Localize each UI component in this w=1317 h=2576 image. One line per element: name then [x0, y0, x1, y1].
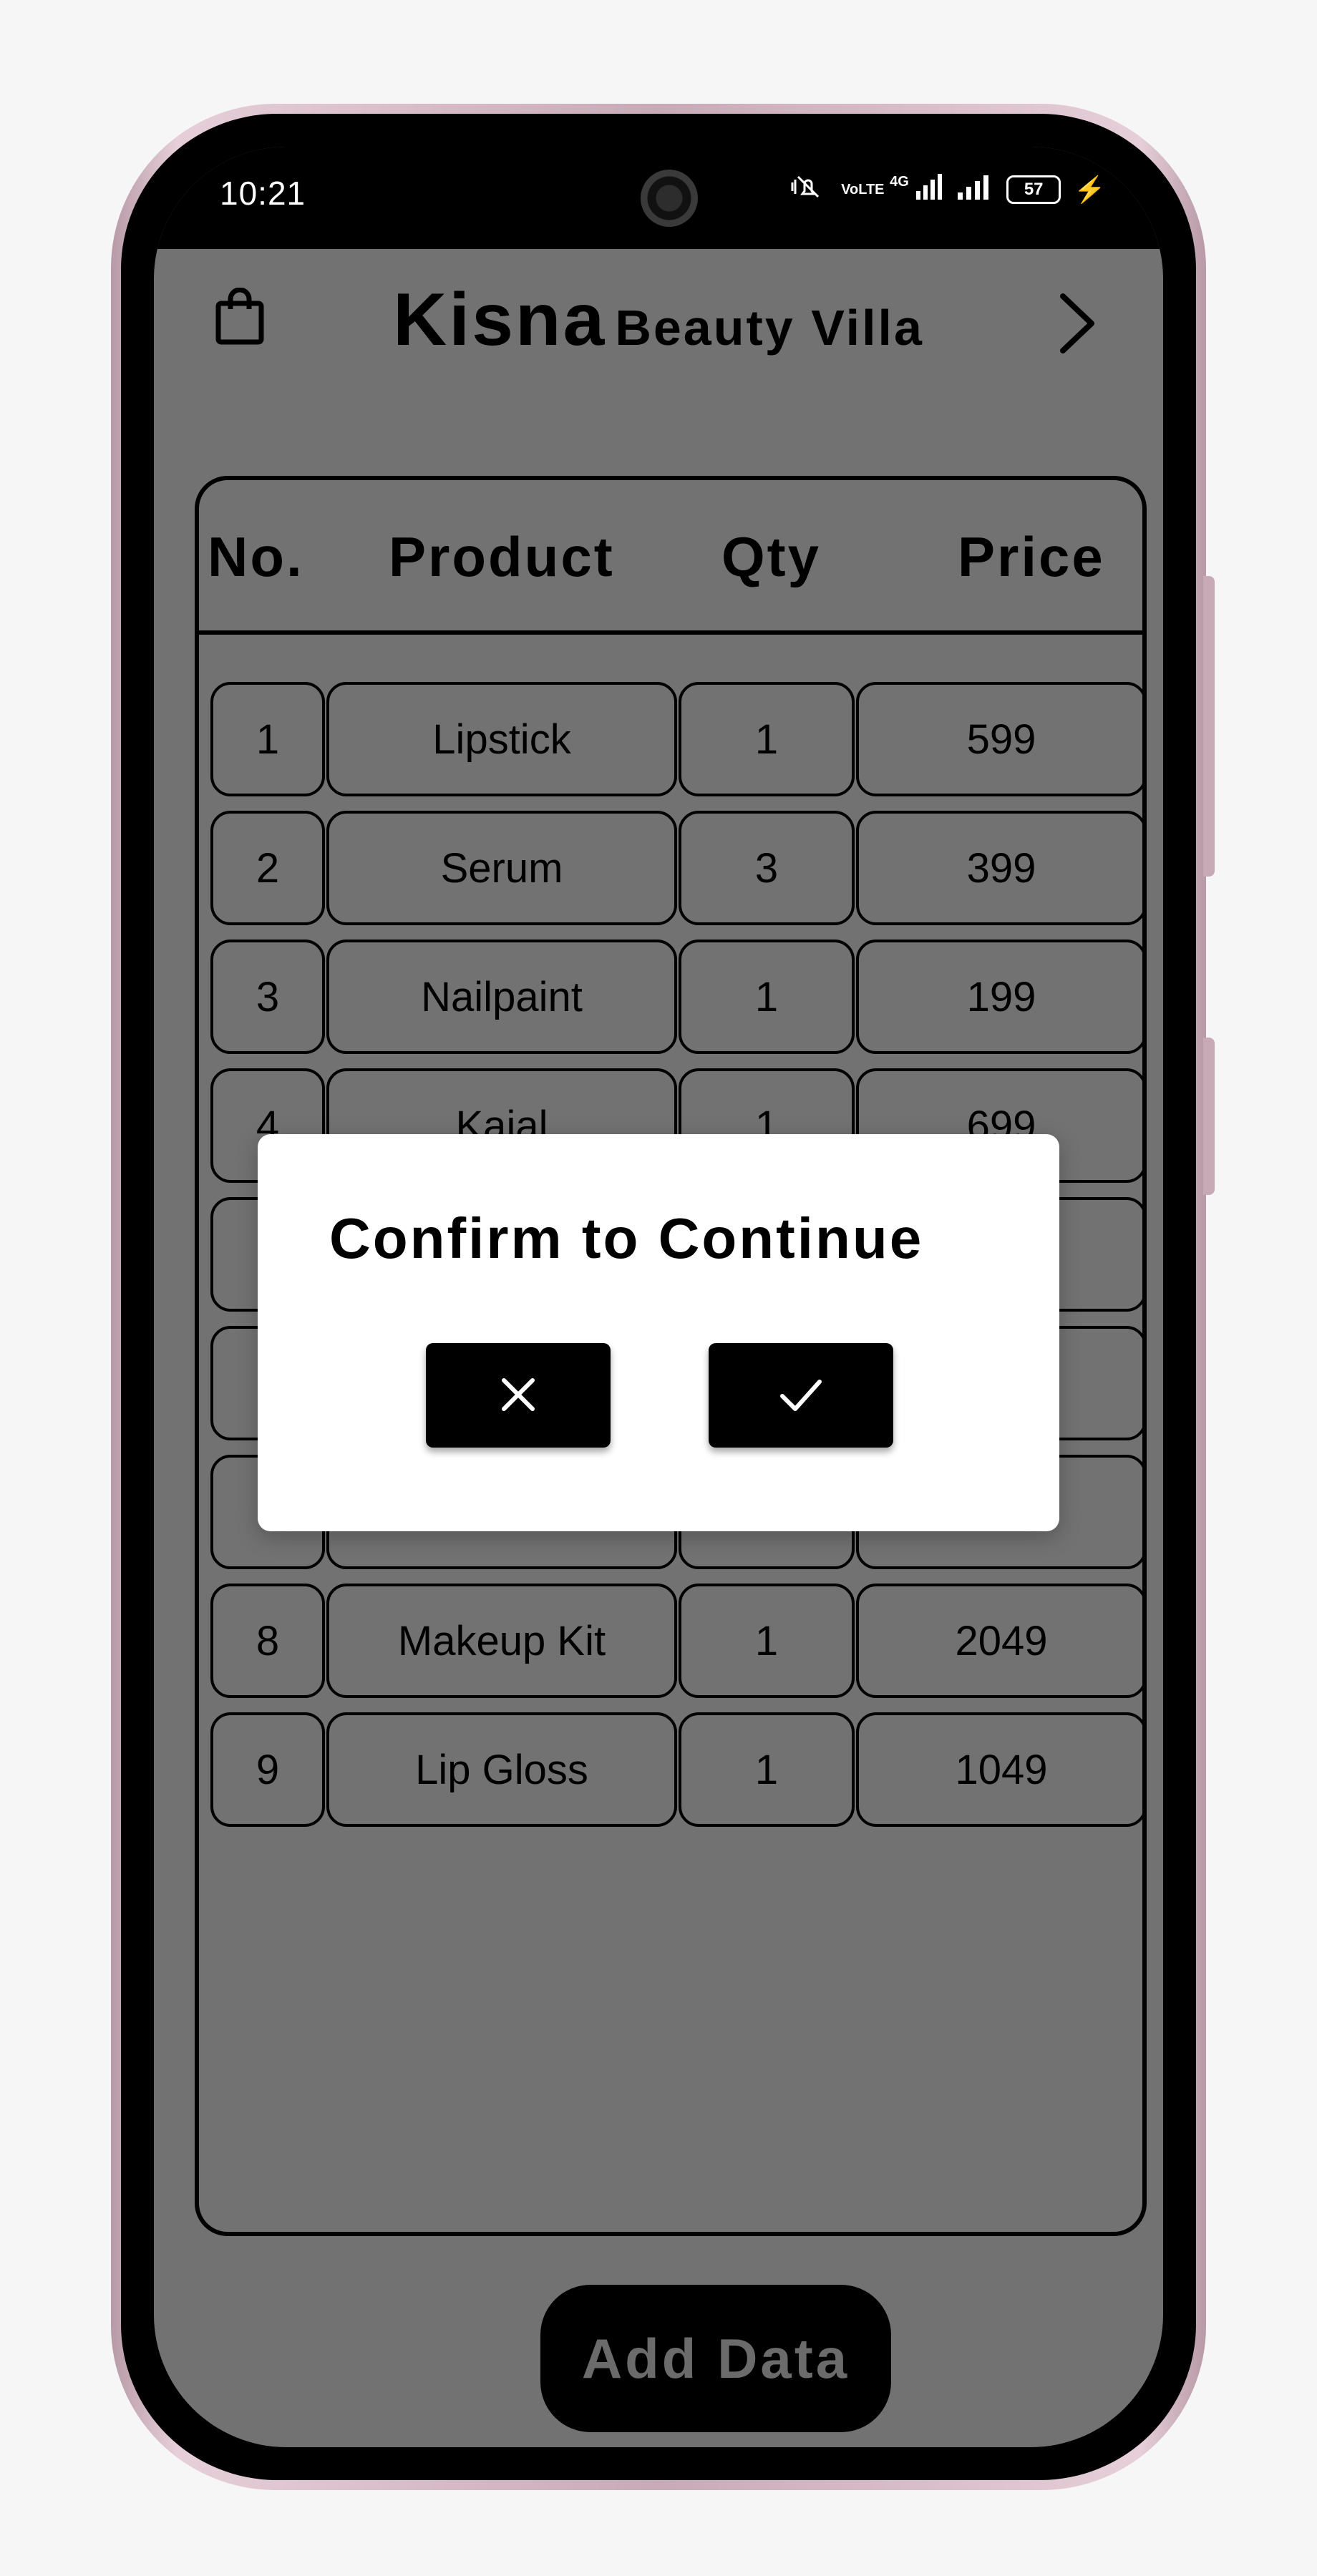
charging-icon: ⚡ — [1074, 175, 1106, 204]
table-row[interactable]: 1 Lipstick 1 599 — [210, 682, 1147, 796]
dialog-title: Confirm to Continue — [329, 1206, 924, 1270]
header-qty: Qty — [721, 525, 822, 588]
cell-price: 399 — [856, 811, 1147, 925]
front-camera — [641, 170, 698, 227]
cell-no: 1 — [210, 682, 325, 796]
cell-product: Lip Gloss — [326, 1712, 677, 1827]
header-product: Product — [389, 525, 615, 588]
cell-no: 3 — [210, 940, 325, 1054]
table-header: No. Product Qty Price — [199, 480, 1142, 635]
app-title-sub: Beauty Villa — [615, 300, 924, 356]
status-time: 10:21 — [220, 175, 306, 212]
close-icon — [498, 1375, 538, 1417]
table-row[interactable]: 3 Nailpaint 1 199 — [210, 940, 1147, 1054]
chevron-right-icon[interactable] — [1056, 292, 1099, 355]
cell-qty: 1 — [679, 1584, 855, 1698]
cell-no: 8 — [210, 1584, 325, 1698]
table-row[interactable]: 9 Lip Gloss 1 1049 — [210, 1712, 1147, 1827]
cell-qty: 1 — [679, 682, 855, 796]
status-icons: VoLTE 4G 57 ⚡ — [788, 172, 1106, 207]
network-type-label: 4G — [890, 174, 909, 190]
cell-product: Makeup Kit — [326, 1584, 677, 1698]
cell-price: 599 — [856, 682, 1147, 796]
cell-qty: 1 — [679, 940, 855, 1054]
cell-price: 199 — [856, 940, 1147, 1054]
cancel-button[interactable] — [426, 1343, 611, 1448]
table-row[interactable]: 8 Makeup Kit 1 2049 — [210, 1584, 1147, 1698]
cell-qty: 3 — [679, 811, 855, 925]
status-bar: 10:21 VoLTE 4G 57 ⚡ — [154, 147, 1163, 249]
cell-price: 1049 — [856, 1712, 1147, 1827]
cell-product: Nailpaint — [326, 940, 677, 1054]
cell-product: Lipstick — [326, 682, 677, 796]
app-title-main: Kisna — [393, 278, 607, 361]
app-bar: Kisna Beauty Villa — [154, 249, 1163, 385]
confirm-button[interactable] — [709, 1343, 893, 1448]
app-title: Kisna Beauty Villa — [154, 278, 1163, 363]
cell-qty: 1 — [679, 1712, 855, 1827]
cell-product: Serum — [326, 811, 677, 925]
check-icon — [778, 1375, 824, 1417]
add-data-button[interactable]: Add Data — [540, 2285, 891, 2432]
volume-button — [1203, 576, 1215, 877]
cell-price: 2049 — [856, 1584, 1147, 1698]
power-button — [1203, 1038, 1215, 1195]
cell-no: 9 — [210, 1712, 325, 1827]
cell-no: 2 — [210, 811, 325, 925]
mute-vibrate-icon — [788, 172, 828, 207]
header-no: No. — [208, 525, 304, 588]
signal-4g-icon: 4G — [890, 174, 943, 205]
header-price: Price — [958, 525, 1105, 588]
signal-icon — [956, 174, 993, 205]
confirm-dialog: Confirm to Continue — [258, 1134, 1059, 1531]
battery-icon: 57 — [1006, 175, 1061, 204]
volte-icon: VoLTE — [841, 182, 885, 197]
table-row[interactable]: 2 Serum 3 399 — [210, 811, 1147, 925]
